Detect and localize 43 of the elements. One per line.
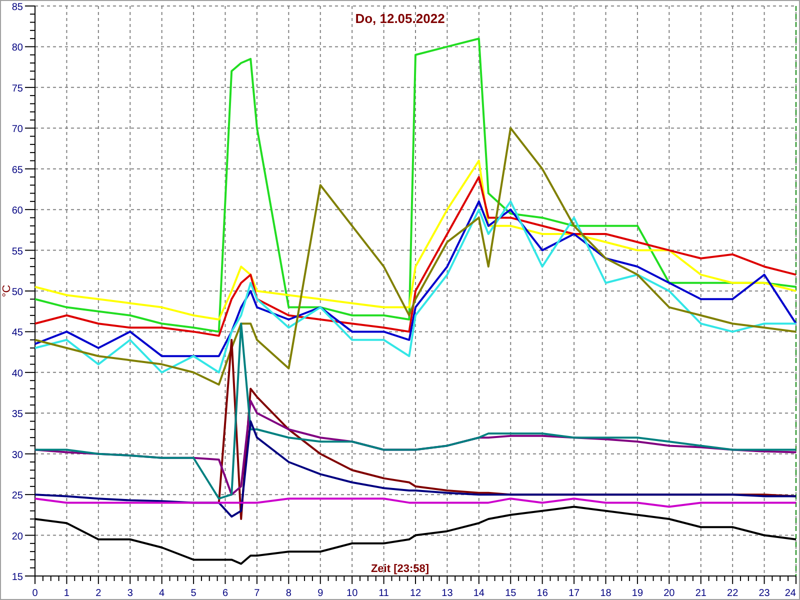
y-tick-label: 85 [12, 2, 23, 13]
x-tick-label: 9 [318, 588, 324, 599]
y-tick-label: 75 [12, 83, 23, 94]
y-tick-label: 45 [12, 328, 23, 339]
x-tick-label: 15 [505, 588, 516, 599]
x-tick-label: 22 [727, 588, 738, 599]
x-tick-label: 8 [286, 588, 292, 599]
y-tick-label: 55 [12, 246, 23, 258]
y-tick-label: 35 [12, 409, 23, 420]
y-tick-label: 70 [12, 124, 23, 136]
x-tick-label: 0 [32, 588, 38, 599]
y-axis-title: °C [1, 284, 13, 298]
x-tick-label: 23 [758, 588, 770, 599]
y-tick-label: 15 [12, 572, 23, 583]
x-tick-label: 5 [190, 588, 196, 599]
x-tick-label: 21 [695, 588, 706, 599]
y-tick-label: 60 [12, 206, 23, 217]
x-tick-label: 18 [600, 588, 612, 599]
y-tick-label: 25 [12, 490, 23, 502]
x-tick-label: 12 [410, 588, 422, 599]
y-tick-label: 65 [12, 164, 23, 176]
x-tick-label: 17 [568, 588, 580, 599]
y-tick-label: 80 [12, 42, 23, 54]
x-tick-label: 2 [96, 588, 102, 599]
x-tick-label: 7 [254, 588, 260, 599]
chart-title: Do, 12.05.2022 [355, 11, 445, 26]
x-tick-label: 13 [442, 588, 453, 599]
y-tick-label: 20 [12, 531, 23, 542]
x-tick-label: 20 [664, 588, 675, 599]
x-tick-label: 3 [127, 588, 133, 599]
x-tick-label: 6 [222, 588, 228, 599]
x-tick-label: 4 [159, 588, 165, 599]
x-axis-title: Zeit [23:58] [370, 563, 430, 575]
y-tick-label: 30 [12, 450, 23, 461]
x-tick-label: 24 [784, 588, 796, 599]
x-tick-label: 16 [536, 588, 548, 599]
x-tick-label: 11 [378, 588, 389, 599]
x-tick-label: 19 [632, 588, 644, 599]
y-tick-label: 40 [12, 368, 23, 380]
y-tick-label: 50 [12, 287, 23, 298]
x-tick-label: 10 [346, 588, 358, 599]
x-tick-label: 1 [64, 588, 70, 599]
x-tick-label: 14 [473, 588, 484, 599]
